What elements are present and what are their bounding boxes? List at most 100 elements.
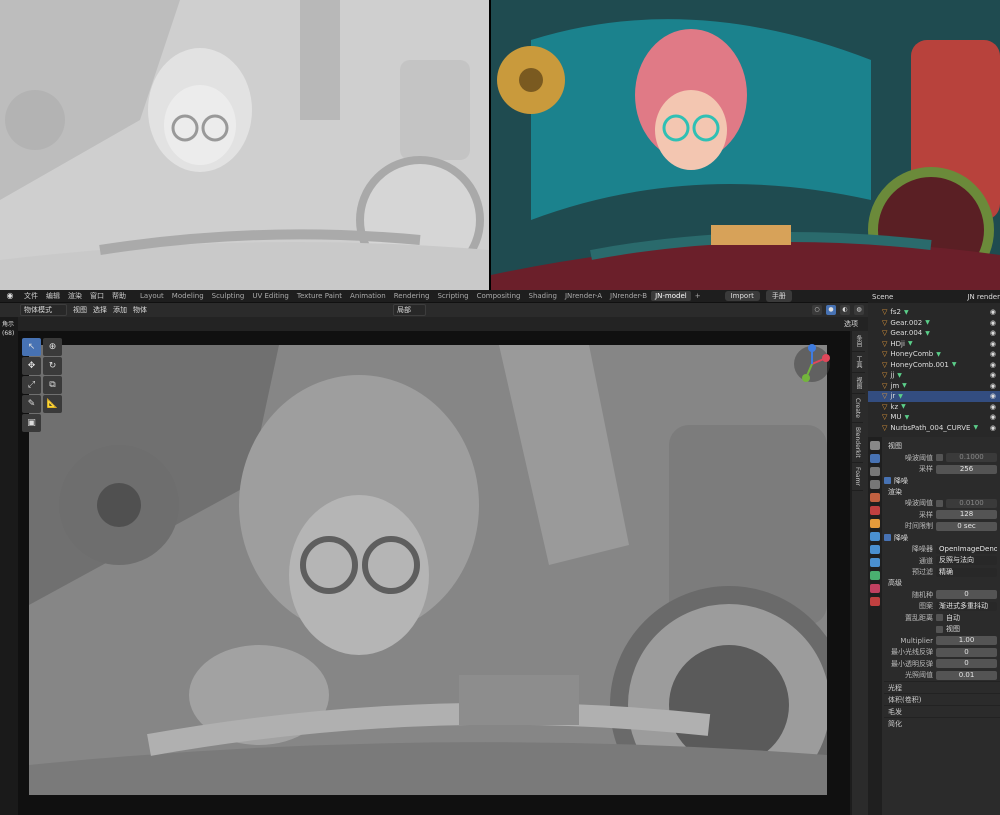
eye-icon[interactable]: ◉ [990,329,996,337]
outliner-row[interactable]: ▽ HoneyComb ▼ ◉ [868,349,1000,360]
sidetab-view[interactable]: 视图 [852,373,865,394]
eye-icon[interactable]: ◉ [990,361,996,369]
section-hair[interactable]: 毛发 [884,705,1000,717]
dropdown[interactable]: OpenImageDenoise [936,544,997,554]
eye-icon[interactable]: ◉ [990,382,996,390]
tab-animation[interactable]: Animation [346,291,390,301]
eye-icon[interactable]: ◉ [990,392,996,400]
add-workspace-button[interactable]: + [691,291,705,301]
section-volumes[interactable]: 体积(卷积) [884,693,1000,705]
dropdown[interactable]: 渐进式多重抖动 [936,601,997,611]
transform-orientation-select[interactable]: 局部 [393,304,426,316]
tab-jnrender-b[interactable]: JNrender-B [606,291,651,301]
section-advanced[interactable]: 高级 [884,578,1000,589]
tab-scripting[interactable]: Scripting [433,291,472,301]
cursor-tool-icon[interactable]: ⊕ [43,338,62,356]
checkbox[interactable] [884,534,891,542]
header-menu-add[interactable]: 添加 [113,305,127,315]
data-tab-icon[interactable] [870,571,880,580]
outliner-row[interactable]: ▽ HoneyComb.001 ▼ ◉ [868,360,1000,371]
eye-icon[interactable]: ◉ [990,403,996,411]
outliner-row-selected[interactable]: ▽ jr ▼ ◉ [868,391,1000,402]
eye-icon[interactable]: ◉ [990,371,996,379]
section-light-paths[interactable]: 光程 [884,681,1000,693]
outliner-row[interactable]: ▽ fs2 ▼ ◉ [868,307,1000,318]
sidetab-foamr[interactable]: Foamr [852,463,863,491]
field[interactable]: 128 [936,510,997,520]
navigation-gizmo[interactable] [792,344,832,384]
field[interactable]: 0 [936,647,997,657]
options-menu[interactable]: 选项 [844,319,858,329]
checkbox[interactable] [936,614,943,622]
texture-tab-icon[interactable] [870,597,880,606]
sidetab-item[interactable]: 条目 [852,331,865,352]
field[interactable]: 1.00 [936,636,997,646]
eye-icon[interactable]: ◉ [990,350,996,358]
render-tab-icon[interactable] [870,454,880,463]
menu-file[interactable]: 文件 [20,291,42,301]
sidetab-tool[interactable]: 工具 [852,352,865,373]
material-tab-icon[interactable] [870,584,880,593]
section-render[interactable]: 渲染 [884,487,1000,498]
dropdown[interactable]: 精确 [936,567,997,577]
field[interactable]: 0 [936,659,997,669]
object-tab-icon[interactable] [870,519,880,528]
wireframe-shading-icon[interactable]: ○ [812,305,822,315]
checkbox[interactable] [936,499,943,507]
modifier-tab-icon[interactable] [870,532,880,541]
transform-tool-icon[interactable]: ⧉ [43,376,62,394]
header-menu-object[interactable]: 物体 [133,305,147,315]
header-menu-select[interactable]: 选择 [93,305,107,315]
outliner-row[interactable]: ▽ HDji ▼ ◉ [868,339,1000,350]
import-button[interactable]: Import [724,291,760,301]
view-layer-tab-icon[interactable] [870,480,880,489]
tab-shading[interactable]: Shading [525,291,561,301]
eye-icon[interactable]: ◉ [990,413,996,421]
scale-tool-icon[interactable]: ⤢ [22,376,41,394]
material-shading-icon[interactable]: ◐ [840,305,850,315]
mode-select[interactable]: 物体模式 [20,304,67,316]
eye-icon[interactable]: ◉ [990,340,996,348]
move-tool-icon[interactable]: ✥ [22,357,41,375]
add-cube-tool-icon[interactable]: ▣ [22,414,41,432]
outliner-row[interactable]: ▽ jj ▼ ◉ [868,370,1000,381]
eye-icon[interactable]: ◉ [990,308,996,316]
tab-rendering[interactable]: Rendering [390,291,434,301]
output-tab-icon[interactable] [870,467,880,476]
checkbox[interactable] [936,625,943,633]
annotate-tool-icon[interactable]: ✎ [22,395,41,413]
scene-tab-icon[interactable] [870,493,880,502]
checkbox[interactable] [936,454,943,462]
dropdown[interactable]: 反照与法向 [936,556,997,566]
sidetab-blenderkit[interactable]: Blenderkit [852,423,863,463]
tab-uv-editing[interactable]: UV Editing [248,291,293,301]
menu-edit[interactable]: 编辑 [42,291,64,301]
outliner-row[interactable]: ▽ Gear.002 ▼ ◉ [868,318,1000,329]
tab-sculpting[interactable]: Sculpting [208,291,249,301]
outliner-row[interactable]: ▽ kz ▼ ◉ [868,402,1000,413]
view-layer-name[interactable]: JN render [967,293,1000,301]
menu-help[interactable]: 帮助 [108,291,130,301]
field[interactable]: 256 [936,464,997,474]
outliner-row[interactable]: ▽ MU ▼ ◉ [868,412,1000,423]
scene-name[interactable]: Scene [872,293,893,301]
solid-shading-icon[interactable]: ● [826,305,836,315]
field[interactable]: 0.01 [936,670,997,680]
physics-tab-icon[interactable] [870,558,880,567]
rotate-tool-icon[interactable]: ↻ [43,357,62,375]
field[interactable]: 0 sec [936,521,997,531]
world-tab-icon[interactable] [870,506,880,515]
viewport-scene[interactable] [29,345,827,795]
eye-icon[interactable]: ◉ [990,319,996,327]
field[interactable]: 0.0100 [946,498,997,508]
3d-viewport[interactable] [18,331,850,815]
tab-modeling[interactable]: Modeling [168,291,208,301]
tab-texture-paint[interactable]: Texture Paint [293,291,346,301]
checkbox[interactable] [884,477,891,485]
outliner-row[interactable]: ▽ jm ▼ ◉ [868,381,1000,392]
tab-jnrender-a[interactable]: JNrender-A [561,291,606,301]
eye-icon[interactable]: ◉ [990,424,996,432]
field[interactable]: 0.1000 [946,453,997,463]
field[interactable]: 0 [936,590,997,600]
tab-jn-model[interactable]: JN-model [651,291,691,301]
